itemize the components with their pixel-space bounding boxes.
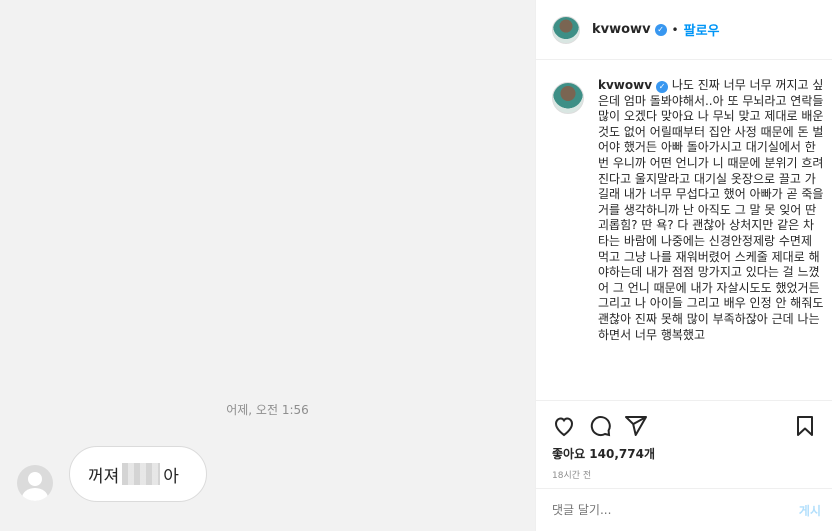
user-avatar[interactable] [552,15,580,44]
default-avatar-icon [17,465,53,501]
comment-input[interactable] [552,503,799,517]
message-bubble: 꺼져 아 [69,446,207,502]
share-icon[interactable] [624,414,648,438]
action-bar [536,401,832,441]
caption-text: kvwowv ✓ 나도 진짜 너무 너무 꺼지고 싶은데 엄마 돌봐야해서..아 … [598,78,824,400]
heart-icon[interactable] [552,414,576,438]
header-username[interactable]: kvwowv [592,22,651,37]
bookmark-icon[interactable] [793,414,817,438]
message-timestamp: 어제, 오전 1:56 [226,403,309,417]
post-comment-button[interactable]: 게시 [799,502,821,519]
comment-icon[interactable] [588,414,612,438]
verified-icon: ✓ [656,81,669,93]
caption-avatar[interactable] [552,82,584,114]
message-text-prefix: 꺼져 [88,466,120,487]
separator-dot: • [671,22,679,37]
post-actions-section: 좋아요 140,774개 18시간 전 [536,400,832,481]
post-sidebar: kvwowv ✓ • 팔로우 kvwowv ✓ 나도 진짜 너무 너무 꺼지고 싶… [535,0,832,531]
blurred-name [122,463,161,485]
follow-button[interactable]: 팔로우 [684,20,720,39]
post-caption: kvwowv ✓ 나도 진짜 너무 너무 꺼지고 싶은데 엄마 돌봐야해서..아 … [552,78,824,400]
post-image: 어제, 오전 1:56 꺼져 아 [0,0,535,531]
likes-count[interactable]: 좋아요 140,774개 [536,441,832,462]
caption-body: 나도 진짜 너무 너무 꺼지고 싶은데 엄마 돌봐야해서..아 또 무뇌라고 연… [598,78,824,342]
verified-icon: ✓ [654,23,667,36]
post-header: kvwowv ✓ • 팔로우 [536,0,832,60]
message-text-suffix: 아 [163,466,179,487]
post-age[interactable]: 18시간 전 [536,462,832,481]
caption-username[interactable]: kvwowv [598,78,652,92]
comment-bar: 게시 [536,488,832,531]
